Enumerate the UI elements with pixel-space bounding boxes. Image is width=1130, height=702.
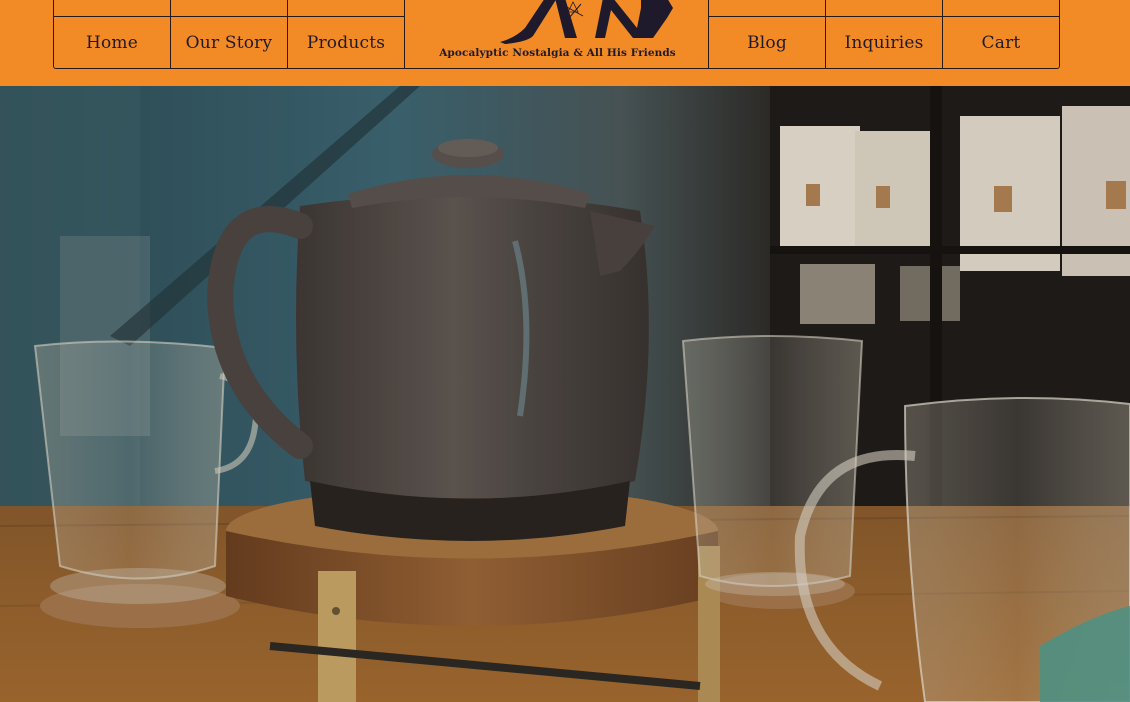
nav-item-label: Blog [747, 33, 787, 53]
site-header: Home Our Story Products Apocalyptic Nost… [0, 0, 1130, 86]
logo-mark-icon [500, 0, 673, 44]
nav-item-cart[interactable]: Cart [942, 0, 1059, 68]
nav-item-blog[interactable]: Blog [708, 0, 825, 68]
hero-image [0, 86, 1130, 702]
nav-left: Home Our Story Products [54, 0, 405, 68]
nav-right: Blog Inquiries Cart [708, 0, 1059, 68]
nav-item-label: Inquiries [844, 33, 924, 53]
nav-item-label: Home [85, 33, 139, 53]
nav-item-inquiries[interactable]: Inquiries [825, 0, 942, 68]
nav-item-label: Products [306, 33, 386, 53]
logo-text: Apocalyptic Nostalgia & All His Friends [439, 47, 676, 59]
nav-item-label: Cart [981, 33, 1021, 53]
hero-photo [0, 86, 1130, 702]
nav-item-our-story[interactable]: Our Story [171, 0, 288, 68]
nav-frame: Home Our Story Products Apocalyptic Nost… [53, 0, 1060, 69]
nav-item-products[interactable]: Products [288, 0, 405, 68]
nav-item-label: Our Story [185, 33, 273, 53]
site-logo[interactable]: Apocalyptic Nostalgia & All His Friends [405, 0, 710, 67]
nav-item-home[interactable]: Home [54, 0, 171, 68]
page: Home Our Story Products Apocalyptic Nost… [0, 0, 1130, 702]
